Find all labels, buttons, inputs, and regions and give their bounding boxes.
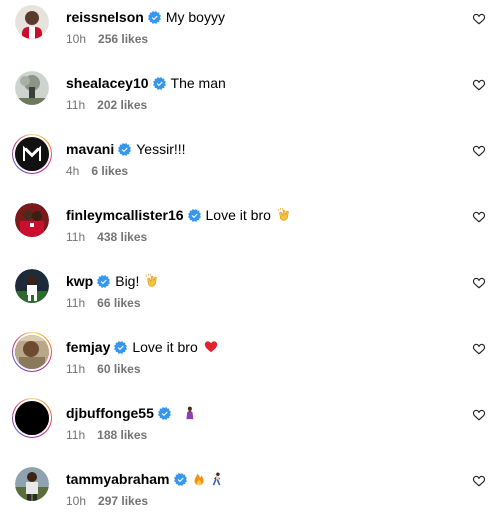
verified-badge-icon	[97, 274, 111, 288]
comment-item: femjay Love it bro 11h 60 likes	[0, 330, 496, 396]
avatar-story-ring[interactable]	[12, 398, 52, 438]
avatar[interactable]	[15, 203, 49, 237]
comment-time[interactable]: 11h	[66, 428, 85, 442]
comment-username[interactable]: shealacey10	[66, 74, 149, 92]
like-heart-icon[interactable]	[472, 342, 486, 356]
comment-username[interactable]: femjay	[66, 338, 110, 356]
comment-item: kwp Big! 11h 66 likes	[0, 264, 496, 330]
avatar-story-ring[interactable]	[12, 332, 52, 372]
comment-time[interactable]: 11h	[66, 296, 85, 310]
comment-text: My boyyy	[165, 9, 225, 25]
comment-username[interactable]: reissnelson	[66, 8, 144, 26]
avatar[interactable]	[15, 71, 49, 105]
comment-username[interactable]: kwp	[66, 272, 93, 290]
comment-time[interactable]: 11h	[66, 98, 85, 112]
comment-likes[interactable]: 438 likes	[97, 230, 147, 244]
like-heart-icon[interactable]	[472, 276, 486, 290]
comment-time[interactable]: 11h	[66, 362, 85, 376]
fire-emoji	[192, 472, 206, 486]
comment-item: mavani Yessir!!! 4h 6 likes	[0, 132, 496, 198]
verified-badge-icon	[157, 406, 171, 420]
comment-username[interactable]: mavani	[66, 140, 114, 158]
avatar[interactable]	[15, 467, 49, 501]
comment-time[interactable]: 10h	[66, 32, 86, 46]
comment-likes[interactable]: 188 likes	[97, 428, 147, 442]
comment-text: The man	[170, 75, 226, 91]
comment-item: shealacey10 The man 11h 202 likes	[0, 66, 496, 132]
comment-username[interactable]: finleymcallister16	[66, 206, 184, 224]
like-heart-icon[interactable]	[472, 78, 486, 92]
avatar[interactable]	[15, 269, 49, 303]
red-heart-emoji	[204, 340, 218, 354]
comment-item: tammyabraham 10h 297 likes	[0, 462, 496, 528]
comment-list: reissnelson My boyyy 10h 256 likes sheal…	[0, 0, 496, 523]
comment-time[interactable]: 4h	[66, 164, 79, 178]
comment-text: Love it bro	[132, 339, 198, 355]
comment-likes[interactable]: 66 likes	[97, 296, 140, 310]
verified-badge-icon	[114, 340, 128, 354]
verified-badge-icon	[118, 142, 132, 156]
clapping-hands-emoji	[277, 208, 291, 222]
avatar-story-ring[interactable]	[12, 134, 52, 174]
like-heart-icon[interactable]	[472, 144, 486, 158]
comment-item: reissnelson My boyyy 10h 256 likes	[0, 0, 496, 66]
avatar[interactable]	[15, 5, 49, 39]
verified-badge-icon	[152, 76, 166, 90]
comment-text: Big!	[115, 273, 140, 289]
like-heart-icon[interactable]	[472, 12, 486, 26]
comment-item: djbuffonge55 11h 188 likes	[0, 396, 496, 462]
comment-username[interactable]: djbuffonge55	[66, 404, 154, 422]
like-heart-icon[interactable]	[472, 408, 486, 422]
comment-likes[interactable]: 297 likes	[98, 494, 148, 508]
comment-likes[interactable]: 256 likes	[98, 32, 148, 46]
comment-text: Love it bro	[205, 207, 271, 223]
like-heart-icon[interactable]	[472, 210, 486, 224]
clapping-hands-emoji	[145, 274, 159, 288]
comment-time[interactable]: 10h	[66, 494, 86, 508]
comment-likes[interactable]: 60 likes	[97, 362, 140, 376]
comment-time[interactable]: 11h	[66, 230, 85, 244]
comment-username[interactable]: tammyabraham	[66, 470, 170, 488]
comment-likes[interactable]: 202 likes	[97, 98, 147, 112]
comment-likes[interactable]: 6 likes	[91, 164, 128, 178]
comment-item: finleymcallister16 Love it bro 11h 438 l…	[0, 198, 496, 264]
verified-badge-icon	[147, 10, 161, 24]
person-emoji	[182, 406, 196, 420]
verified-badge-icon	[187, 208, 201, 222]
comment-text: Yessir!!!	[136, 141, 186, 157]
like-heart-icon[interactable]	[472, 474, 486, 488]
verified-badge-icon	[173, 472, 187, 486]
person-walking-emoji	[210, 472, 224, 486]
